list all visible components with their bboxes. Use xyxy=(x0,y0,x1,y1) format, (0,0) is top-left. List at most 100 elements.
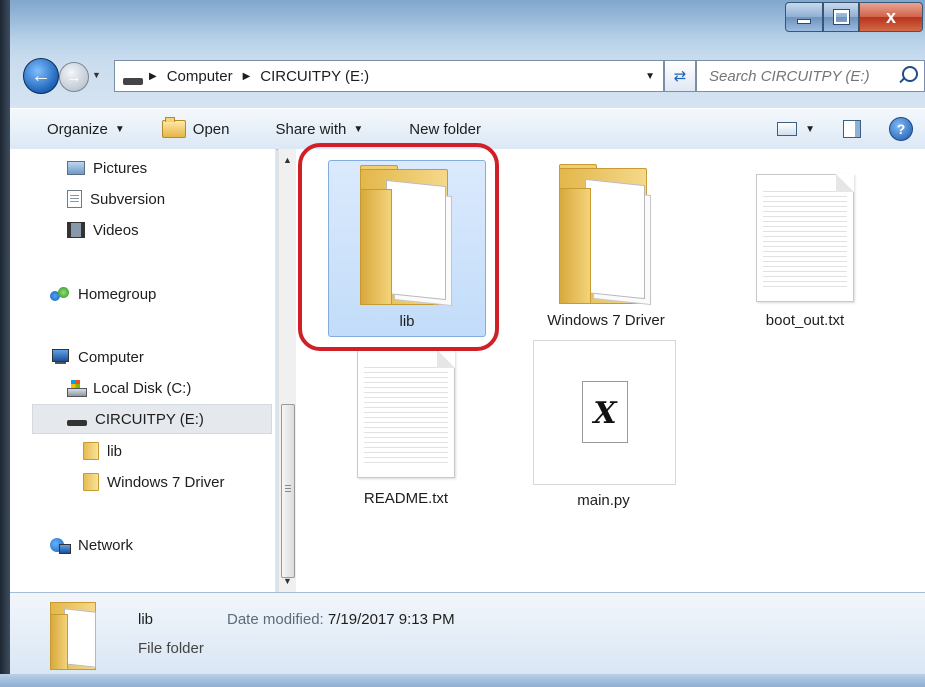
breadcrumb-chevron-icon[interactable]: ▶ xyxy=(149,71,157,82)
navigation-bar: ← → ▼ ▶ Computer ▶ CIRCUITPY (E:) ▼ ⇄ xyxy=(12,56,925,96)
forward-button[interactable]: → xyxy=(59,62,89,92)
search-box[interactable] xyxy=(696,60,925,92)
sidebar-item-pictures[interactable]: Pictures xyxy=(67,153,147,183)
minimize-icon xyxy=(797,18,811,24)
sidebar-item-local-disk[interactable]: Local Disk (C:) xyxy=(67,373,191,403)
details-date-modified-label: Date modified: xyxy=(227,611,324,628)
breadcrumb-computer[interactable]: Computer xyxy=(167,68,233,85)
scroll-up-icon[interactable]: ▲ xyxy=(283,155,292,165)
file-name: README.txt xyxy=(363,490,449,507)
share-with-button[interactable]: Share with ▼ xyxy=(275,121,363,138)
sidebar-item-label: CIRCUITPY (E:) xyxy=(95,410,204,428)
sidebar-item-label: Videos xyxy=(93,221,139,239)
open-folder-icon xyxy=(161,117,186,138)
breadcrumb-chevron-icon[interactable]: ▶ xyxy=(243,71,251,82)
file-item-main-py[interactable]: X main.py xyxy=(533,340,689,515)
address-bar[interactable]: ▶ Computer ▶ CIRCUITPY (E:) ▼ xyxy=(114,60,664,92)
window-edge xyxy=(0,0,10,687)
sidebar-item-circuitpy[interactable]: CIRCUITPY (E:) xyxy=(32,404,272,434)
usb-drive-icon xyxy=(67,420,87,426)
sidebar-item-lib[interactable]: lib xyxy=(83,436,122,466)
new-folder-label: New folder xyxy=(409,120,481,138)
details-pane: lib File folder Date modified: 7/19/2017… xyxy=(10,592,925,675)
details-name: lib xyxy=(138,611,154,628)
sidebar-item-label: Network xyxy=(78,536,134,554)
navigation-scrollbar[interactable]: ▲ ▼ xyxy=(278,149,296,592)
folder-icon xyxy=(559,164,653,306)
share-with-label: Share with xyxy=(275,120,347,138)
file-name: Windows 7 Driver xyxy=(547,312,665,329)
change-view-icon[interactable] xyxy=(777,122,798,136)
python-file-icon: X xyxy=(582,381,628,443)
network-icon xyxy=(50,536,71,554)
local-disk-icon xyxy=(67,380,87,397)
chevron-down-icon: ▼ xyxy=(114,123,125,135)
sidebar-item-computer[interactable]: Computer xyxy=(50,342,144,372)
maximize-icon xyxy=(833,10,849,24)
file-item-readme[interactable]: README.txt xyxy=(328,340,484,515)
pictures-icon xyxy=(67,161,85,175)
minimize-button[interactable] xyxy=(785,2,823,32)
close-button[interactable]: x xyxy=(859,2,923,32)
help-icon[interactable]: ? xyxy=(889,117,913,141)
file-item-windows-7-driver[interactable]: Windows 7 Driver xyxy=(528,160,684,335)
navigation-pane: Pictures Subversion Videos Homegroup Com… xyxy=(10,149,276,592)
organize-button[interactable]: Organize ▼ xyxy=(47,121,125,138)
search-input[interactable] xyxy=(707,66,901,86)
file-item-boot-out[interactable]: boot_out.txt xyxy=(727,160,883,335)
details-date-modified-value: 7/19/2017 9:13 PM xyxy=(327,611,455,628)
window-frame-bottom xyxy=(0,674,925,687)
folder-icon xyxy=(83,473,99,491)
python-file-thumbnail: X xyxy=(533,340,676,485)
breadcrumb-label: Computer xyxy=(166,67,233,85)
back-button[interactable]: ← xyxy=(23,58,59,94)
details-type: File folder xyxy=(138,640,204,657)
chevron-down-icon: ▼ xyxy=(353,123,364,135)
text-file-icon xyxy=(756,174,854,302)
sidebar-item-label: Windows 7 Driver xyxy=(107,473,225,491)
videos-icon xyxy=(67,222,85,238)
back-arrow-icon: ← xyxy=(31,64,51,87)
preview-pane-icon[interactable] xyxy=(843,120,861,138)
folder-icon xyxy=(83,442,99,460)
open-button[interactable]: Open xyxy=(161,117,230,138)
text-file-icon xyxy=(357,350,455,478)
details-date-modified: Date modified: 7/19/2017 9:13 PM xyxy=(227,611,455,628)
highlight-annotation xyxy=(298,143,499,351)
maximize-button[interactable] xyxy=(823,2,859,32)
folder-icon xyxy=(50,602,98,670)
sidebar-item-label: Computer xyxy=(78,348,144,366)
file-name: boot_out.txt xyxy=(765,312,845,329)
refresh-button[interactable]: ⇄ xyxy=(664,60,696,92)
recent-pages-dropdown[interactable]: ▼ xyxy=(92,70,101,80)
sidebar-item-label: Pictures xyxy=(93,159,148,177)
sidebar-item-label: lib xyxy=(107,442,123,460)
sidebar-item-label: Subversion xyxy=(90,190,166,208)
search-icon[interactable] xyxy=(902,66,918,82)
organize-label: Organize xyxy=(47,120,108,138)
breadcrumb-circuitpy[interactable]: CIRCUITPY (E:) xyxy=(260,68,369,85)
forward-arrow-icon: → xyxy=(66,68,82,86)
open-label: Open xyxy=(192,120,230,138)
sidebar-item-windows-7-driver[interactable]: Windows 7 Driver xyxy=(83,467,225,497)
scroll-down-icon[interactable]: ▼ xyxy=(283,576,292,586)
new-folder-button[interactable]: New folder xyxy=(409,121,481,138)
sidebar-item-label: Local Disk (C:) xyxy=(93,379,192,397)
sidebar-item-subversion[interactable]: Subversion xyxy=(67,184,165,214)
computer-icon xyxy=(50,349,70,365)
sidebar-item-label: Homegroup xyxy=(78,285,157,303)
sidebar-item-videos[interactable]: Videos xyxy=(67,215,139,245)
drive-icon xyxy=(123,77,143,85)
address-dropdown-icon[interactable]: ▼ xyxy=(645,71,655,82)
caption-buttons: x xyxy=(785,2,923,32)
document-icon xyxy=(67,190,82,208)
view-options-dropdown-icon[interactable]: ▼ xyxy=(805,124,815,135)
sidebar-item-network[interactable]: Network xyxy=(50,530,133,560)
breadcrumb-label: CIRCUITPY (E:) xyxy=(260,67,370,85)
scrollbar-thumb[interactable] xyxy=(281,404,295,578)
file-name: main.py xyxy=(577,492,630,509)
homegroup-icon xyxy=(50,285,70,303)
sidebar-item-homegroup[interactable]: Homegroup xyxy=(50,279,156,309)
refresh-icon: ⇄ xyxy=(673,68,687,85)
grip-icon xyxy=(285,485,291,493)
